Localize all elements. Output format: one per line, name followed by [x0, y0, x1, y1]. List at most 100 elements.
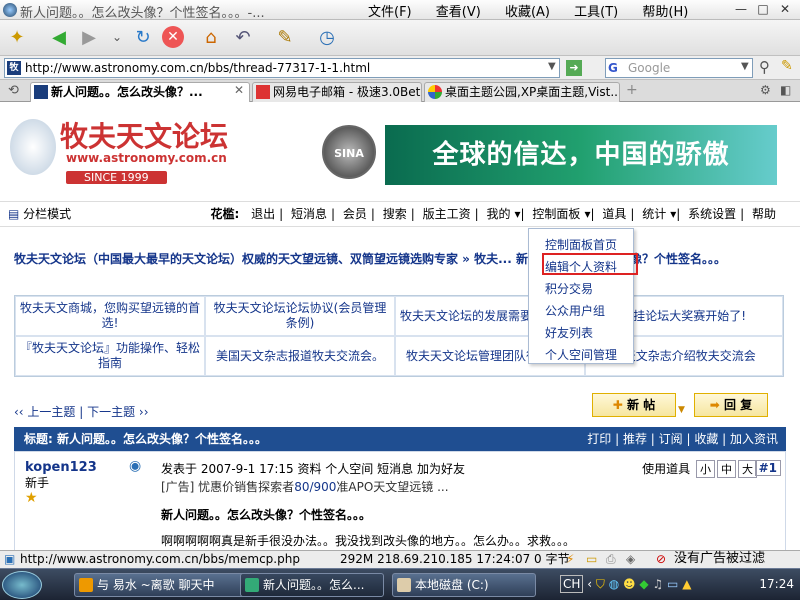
alert-icon[interactable]: ▲ — [682, 577, 691, 591]
tools-icon[interactable]: ◈ — [626, 551, 635, 567]
title-bar: 新人问题。。怎么改头像？个性签名。。。-... 文件(F) 查看(V) 收藏(A… — [0, 0, 800, 21]
post-author[interactable]: kopen123 — [25, 460, 97, 475]
reply-button[interactable]: ➡ 回 复 — [694, 393, 768, 417]
post-floor[interactable]: #1 — [754, 460, 781, 476]
undo-icon[interactable]: ↶ — [230, 24, 256, 50]
browser-task-icon — [245, 578, 259, 592]
qq-icon[interactable]: ☻ — [623, 577, 636, 591]
shield-icon[interactable]: ⛉ — [596, 577, 605, 591]
site-logo[interactable]: 牧夫天文论坛 — [60, 115, 228, 155]
new-post-dropdown-icon[interactable]: ▼ — [678, 405, 685, 415]
post-ad[interactable]: [广告] 忧惠价销售探索者80/900准APO天文望远镜 ... — [161, 478, 449, 495]
view-mode[interactable]: ▤ 分栏模式 — [8, 202, 71, 226]
refresh-icon[interactable]: ↻ — [130, 24, 156, 50]
new-post-button[interactable]: ✚ 新 帖 — [592, 393, 676, 417]
antivirus-icon[interactable]: ◆ — [639, 577, 648, 591]
menu-file[interactable]: 文件(F) — [368, 5, 412, 20]
task-browser[interactable]: 新人问题。。怎么... — [240, 573, 384, 597]
menu-tools[interactable]: 工具(T) — [574, 5, 618, 20]
tab-thread[interactable]: 新人问题。。怎么改头像？... — [30, 82, 250, 102]
browser-icon — [3, 3, 17, 17]
start-button[interactable] — [2, 571, 42, 599]
link-cell[interactable]: 美国天文杂志报道牧夫交流会。 — [205, 336, 395, 376]
lightning-icon[interactable]: ⚡ — [566, 551, 574, 567]
menu-user-groups[interactable]: 公众用户组 — [545, 302, 605, 319]
monitor-icon[interactable]: ▭ — [667, 577, 678, 591]
link-cell[interactable]: 牧夫天文论坛论坛协议(会员管理条例) — [205, 296, 395, 336]
menu-view[interactable]: 查看(V) — [436, 5, 481, 20]
clock[interactable]: 17:24 — [759, 577, 794, 591]
nav-items[interactable]: 道具 — [602, 207, 626, 221]
ad-banner[interactable]: 全球的信达，中国的骄傲 — [385, 125, 777, 185]
search-dropdown-icon[interactable]: ▼ — [741, 61, 749, 72]
nav-members[interactable]: 会员 — [343, 207, 367, 221]
font-small-button[interactable]: 小 — [696, 460, 715, 478]
tab-mail[interactable]: 网易电子邮箱 - 极速3.0Beta — [252, 82, 422, 102]
nav-control-panel[interactable]: 控制面板 — [532, 207, 580, 221]
minimize-icon[interactable]: — — [732, 1, 750, 17]
task-chat[interactable]: 与 易水 ~离歌 聊天中 — [74, 573, 246, 597]
address-dropdown-icon[interactable]: ▼ — [548, 61, 556, 72]
folder-icon[interactable]: ▭ — [586, 551, 597, 567]
volume-icon[interactable]: ♫ — [652, 577, 663, 591]
status-bar: ▣ http://www.astronomy.com.cn/bbs/memcp.… — [0, 550, 800, 568]
nav-settings[interactable]: 系统设置 — [688, 207, 736, 221]
page-content: 牧夫天文论坛 www.astronomy.com.cn SINCE 1999 S… — [0, 103, 800, 550]
thread-pagination[interactable]: ‹‹ 上一主题 | 下一主题 ›› — [14, 403, 149, 420]
nav-logout[interactable]: 退出 — [251, 207, 275, 221]
sina-badge[interactable]: SINA — [322, 125, 376, 179]
home-icon[interactable]: ⌂ — [198, 24, 224, 50]
search-icon[interactable]: ⚲ — [759, 58, 770, 76]
link-cell[interactable]: 『牧夫天文论坛』功能操作、轻松指南 — [15, 336, 205, 376]
history-dropdown-icon[interactable]: ⌄ — [104, 24, 130, 50]
view-mode-label: 分栏模式 — [23, 207, 72, 221]
nav-mod-salary[interactable]: 版主工资 — [423, 207, 471, 221]
stop-icon[interactable]: ✕ — [162, 26, 184, 48]
menu-help[interactable]: 帮助(H) — [642, 5, 688, 20]
printer-icon[interactable]: ⎙ — [606, 551, 616, 567]
close-icon[interactable]: ✕ — [776, 1, 794, 17]
tab-close-all-icon[interactable]: ◧ — [780, 83, 791, 97]
menu-favorites[interactable]: 收藏(A) — [505, 5, 550, 20]
forward-icon[interactable]: ▶ — [76, 24, 102, 50]
post-meta[interactable]: 发表于 2007-9-1 17:15 资料 个人空间 短消息 加为好友 — [161, 460, 465, 477]
disk-icon — [397, 578, 411, 592]
tab-back-icon[interactable]: ⟲ — [8, 83, 19, 98]
menu-credits[interactable]: 积分交易 — [545, 280, 593, 297]
breadcrumb[interactable]: 牧夫天文论坛（中国最大最早的天文论坛）权威的天文望远镜、双筒望远镜选购专家 » … — [14, 251, 784, 267]
ad-link[interactable]: 80/900 — [294, 480, 336, 494]
clock-icon[interactable]: ◷ — [314, 24, 340, 50]
username[interactable]: 花槛: — [211, 207, 240, 221]
link-cell[interactable]: 牧夫天文商城，您购买望远镜的首选! — [15, 296, 205, 336]
maximize-icon[interactable]: □ — [754, 1, 772, 17]
tray-expand-icon[interactable]: ‹ — [587, 577, 592, 591]
font-medium-button[interactable]: 中 — [717, 460, 736, 478]
tab-close-icon[interactable]: ✕ — [234, 83, 244, 97]
use-item-link[interactable]: 使用道具 — [642, 462, 690, 476]
nav-search[interactable]: 搜索 — [383, 207, 407, 221]
new-tab-icon[interactable]: + — [626, 82, 638, 98]
address-bar[interactable]: http://www.astronomy.com.cn/bbs/thread-7… — [4, 58, 560, 78]
tab-theme-park[interactable]: 桌面主题公园,XP桌面主题,Vist... — [424, 82, 620, 102]
thread-actions[interactable]: 打印 | 推荐 | 订阅 | 收藏 | 加入资讯 — [587, 427, 778, 451]
nav-messages[interactable]: 短消息 — [291, 207, 327, 221]
menu-space[interactable]: 个人空间管理 — [545, 346, 617, 363]
search-input[interactable]: Google — [605, 58, 753, 78]
menu-friends[interactable]: 好友列表 — [545, 324, 593, 341]
ime-indicator[interactable]: CH — [560, 575, 584, 593]
task-disk[interactable]: 本地磁盘 (C:) — [392, 573, 536, 597]
go-icon[interactable]: ➜ — [566, 60, 582, 76]
nav-help[interactable]: 帮助 — [752, 207, 776, 221]
back-icon[interactable]: ◀ — [46, 24, 72, 50]
magic-wand-icon[interactable]: ✎ — [272, 24, 298, 50]
highlight-icon[interactable]: ✎ — [781, 58, 793, 74]
tab-tools-icon[interactable]: ⚙ — [760, 83, 771, 97]
menu-cp-home[interactable]: 控制面板首页 — [545, 236, 617, 253]
view-mode-icon: ▤ — [8, 207, 20, 221]
network-icon[interactable]: ◍ — [609, 577, 619, 591]
menu-bar: 文件(F) 查看(V) 收藏(A) 工具(T) 帮助(H) — [368, 1, 708, 20]
nav-my[interactable]: 我的 — [487, 207, 511, 221]
new-page-icon[interactable]: ✦ — [4, 24, 30, 50]
adblock-icon[interactable]: ⊘ — [656, 551, 666, 567]
nav-stats[interactable]: 统计 — [642, 207, 666, 221]
